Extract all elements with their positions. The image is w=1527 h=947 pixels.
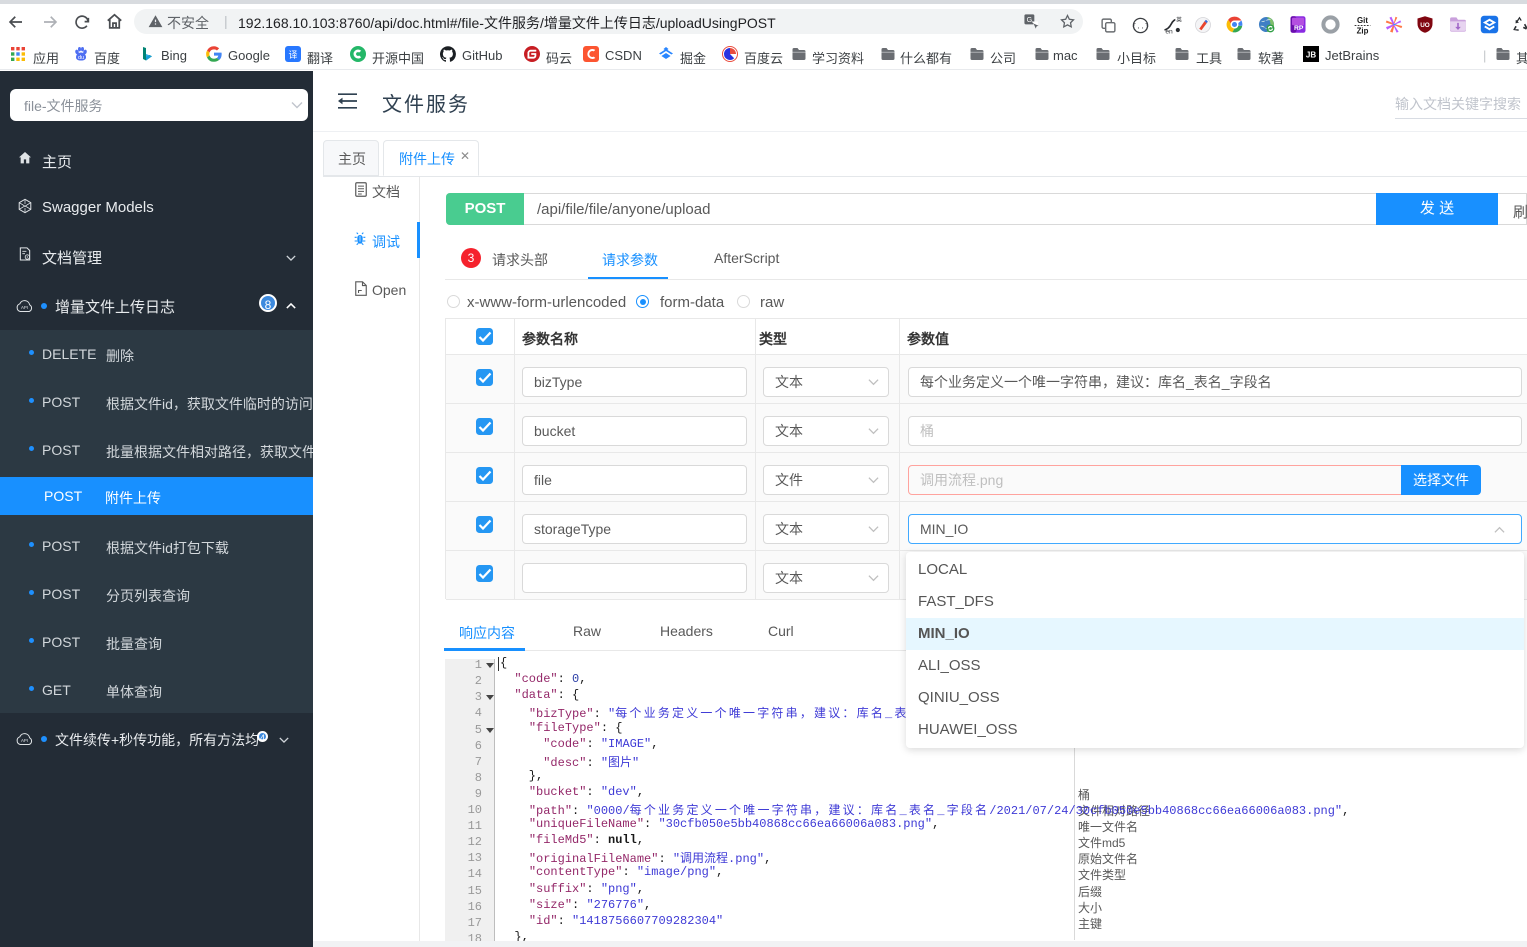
svg-text:en: en <box>1165 28 1173 35</box>
svg-text:UO: UO <box>1420 22 1430 29</box>
svg-text:Zip: Zip <box>1357 26 1369 35</box>
svg-text:英: 英 <box>1176 16 1182 24</box>
svg-text:API: API <box>21 738 28 743</box>
svg-text:JB: JB <box>1306 51 1316 60</box>
svg-text:API: API <box>21 305 28 310</box>
svg-text:译: 译 <box>288 50 297 60</box>
svg-text:Git: Git <box>1357 16 1368 25</box>
svg-text:du: du <box>78 55 84 61</box>
svg-text:RP: RP <box>1294 25 1304 32</box>
svg-text:G: G <box>1027 16 1033 24</box>
svg-text:{..}: {..} <box>1132 23 1149 31</box>
